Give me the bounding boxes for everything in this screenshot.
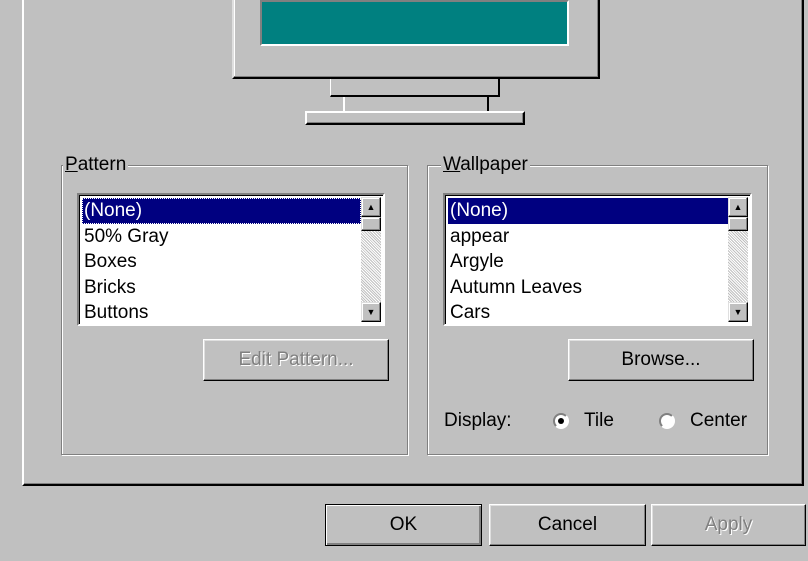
wallpaper-group-label: Wallpaper [441, 155, 530, 175]
wallpaper-mnemonic: W [443, 154, 461, 175]
list-item[interactable]: appear [448, 224, 728, 250]
monitor-chin [330, 79, 500, 97]
list-item[interactable]: Argyle [448, 249, 728, 275]
scroll-down-icon[interactable]: ▼ [728, 302, 748, 322]
ok-button[interactable]: OK [325, 504, 482, 546]
list-item[interactable]: Boxes [82, 249, 361, 275]
wallpaper-label-rest: allpaper [460, 154, 528, 175]
tile-radio[interactable] [553, 413, 569, 429]
scroll-down-icon[interactable]: ▼ [361, 302, 381, 322]
pattern-mnemonic: P [65, 154, 78, 175]
monitor-base [305, 111, 525, 125]
radio-selected-dot-icon [558, 418, 564, 424]
list-item[interactable]: (None) [82, 198, 361, 224]
scroll-up-icon[interactable]: ▲ [728, 197, 748, 217]
display-label: Display: [444, 410, 512, 431]
pattern-listbox[interactable]: (None) 50% Gray Boxes Bricks Buttons ▲ ▼ [77, 193, 385, 326]
cancel-button[interactable]: Cancel [489, 504, 646, 546]
browse-button[interactable]: Browse... [568, 339, 754, 381]
list-item[interactable]: Bricks [82, 275, 361, 301]
apply-label: Apply [704, 514, 753, 535]
pattern-label-rest: attern [77, 154, 127, 175]
browse-label: Browse... [621, 349, 701, 370]
wallpaper-scrollbar[interactable]: ▲ ▼ [728, 197, 748, 322]
cancel-label: Cancel [537, 514, 598, 535]
ok-label: OK [389, 514, 418, 535]
list-item[interactable]: Cars [448, 300, 728, 324]
scroll-thumb[interactable] [361, 217, 381, 231]
center-radio[interactable] [659, 413, 675, 429]
list-item[interactable]: Autumn Leaves [448, 275, 728, 301]
list-item[interactable]: 50% Gray [82, 224, 361, 250]
pattern-group-label: Pattern [63, 154, 129, 175]
monitor-neck [343, 97, 489, 111]
list-item[interactable]: (None) [448, 198, 728, 224]
desktop-preview-screen [260, 0, 569, 46]
wallpaper-listbox[interactable]: (None) appear Argyle Autumn Leaves Cars … [443, 193, 752, 326]
edit-pattern-label: Edit Pattern... [238, 349, 354, 370]
scroll-thumb[interactable] [728, 217, 748, 231]
center-label[interactable]: Center [690, 410, 747, 432]
edit-pattern-button[interactable]: Edit Pattern... [203, 339, 389, 381]
scroll-up-icon[interactable]: ▲ [361, 197, 381, 217]
list-item[interactable]: Buttons [82, 300, 361, 324]
apply-button[interactable]: Apply [651, 504, 806, 546]
pattern-scrollbar[interactable]: ▲ ▼ [361, 197, 381, 322]
tile-label[interactable]: Tile [584, 410, 614, 432]
